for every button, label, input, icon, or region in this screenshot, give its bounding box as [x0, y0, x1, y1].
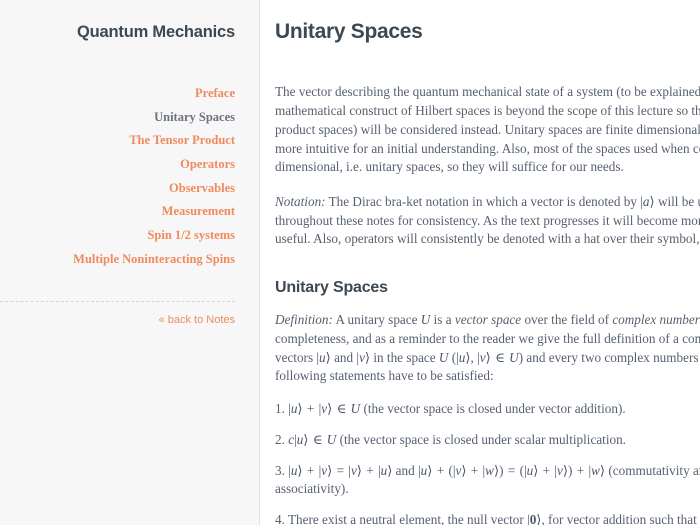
back-to-notes-link[interactable]: « back to Notes [0, 302, 259, 326]
sidebar-nav: Preface Unitary Spaces The Tensor Produc… [0, 81, 259, 271]
sidebar-item-the-tensor-product[interactable]: The Tensor Product [0, 129, 235, 153]
page-canvas: Quantum Mechanics Preface Unitary Spaces… [0, 0, 700, 525]
sidebar-item-operators[interactable]: Operators [0, 153, 235, 177]
sidebar-item-unitary-spaces[interactable]: Unitary Spaces [0, 105, 235, 129]
notation-paragraph: Notation: The Dirac bra-ket notation in … [275, 194, 700, 247]
sidebar-item-measurement[interactable]: Measurement [0, 200, 235, 224]
axiom-item-1: 1. |u⟩ + |v⟩ ∈ U (the vector space is cl… [275, 401, 626, 417]
main-content: Unitary Spaces The vector describing the… [260, 0, 700, 525]
page-title: Unitary Spaces [275, 20, 423, 43]
section-heading-unitary-spaces: Unitary Spaces [275, 279, 388, 297]
definition-paragraph: Definition: A unitary space U is a vecto… [275, 312, 700, 384]
axiom-list: 1. |u⟩ + |v⟩ ∈ U (the vector space is cl… [275, 400, 700, 525]
site-title: Quantum Mechanics [77, 23, 235, 41]
browser-viewport: Quantum Mechanics Preface Unitary Spaces… [0, 0, 700, 525]
sidebar-item-spin-half-systems[interactable]: Spin 1/2 systems [0, 224, 235, 248]
axiom-item-3: 3. |u⟩ + |v⟩ = |v⟩ + |u⟩ and |u⟩ + (|v⟩ … [275, 462, 700, 497]
sidebar-item-preface[interactable]: Preface [0, 81, 235, 105]
notation-label: Notation: [275, 194, 326, 210]
intro-paragraph: The vector describing the quantum mechan… [275, 84, 700, 175]
sidebar: Quantum Mechanics Preface Unitary Spaces… [0, 0, 260, 525]
axiom-item-2: 2. c|u⟩ ∈ U (the vector space is closed … [275, 431, 626, 447]
axiom-item-4: 4. There exist a neutral element, the nu… [275, 512, 697, 525]
sidebar-item-observables[interactable]: Observables [0, 176, 235, 200]
sidebar-item-multiple-noninteracting-spins[interactable]: Multiple Noninteracting Spins [0, 247, 235, 271]
